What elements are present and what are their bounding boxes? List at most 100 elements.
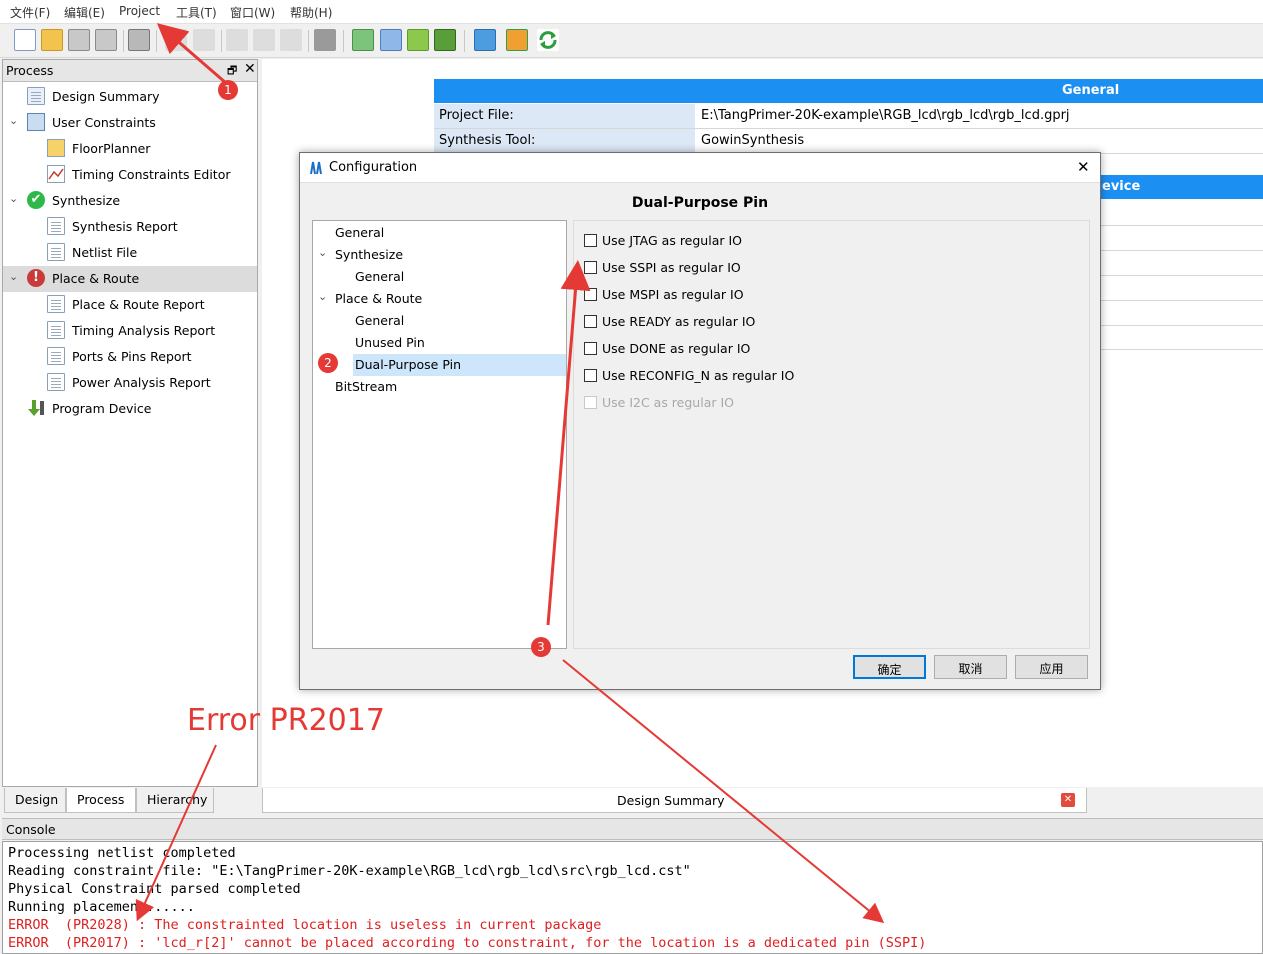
menu-project[interactable]: Project [119, 4, 160, 18]
dialog-title: Configuration [329, 160, 418, 175]
float-panel-icon[interactable]: 🗗 [227, 62, 237, 81]
tree-item-label: Netlist File [72, 245, 138, 260]
config-tree-place-route-general[interactable]: General [355, 310, 404, 332]
config-tree-place-route[interactable]: Place & Route [335, 288, 422, 310]
synthesize-tool-icon[interactable] [352, 29, 374, 51]
menu-edit[interactable]: 编辑(E) [64, 4, 105, 21]
close-icon[interactable]: ✕ [244, 61, 256, 77]
toolbar-separator [221, 30, 222, 52]
config-tree-bitstream[interactable]: BitStream [335, 376, 397, 398]
device-header-label: evice [1102, 179, 1141, 194]
undo-icon[interactable] [165, 29, 187, 51]
config-tree-dual-purpose-pin[interactable]: Dual-Purpose Pin [353, 354, 566, 376]
tree-item-timing-analysis-report[interactable]: Timing Analysis Report [3, 318, 257, 344]
console-error-line: ERROR (PR2017) : 'lcd_r[2]' cannot be pl… [8, 935, 927, 951]
tree-item-label: Design Summary [52, 89, 160, 104]
dialog-close-icon[interactable]: ✕ [1077, 158, 1090, 176]
tree-item-ports-pins-report[interactable]: Ports & Pins Report [3, 344, 257, 370]
paste-icon[interactable] [280, 29, 302, 51]
chevron-down-icon[interactable]: ⌄ [318, 246, 327, 259]
find-icon[interactable] [314, 29, 336, 51]
tab-design-summary[interactable]: Design Summary [617, 793, 725, 808]
tree-item-synthesize[interactable]: ⌄ ✔ Synthesize [3, 188, 257, 214]
refresh-icon[interactable] [537, 29, 559, 51]
error-icon: ! [27, 269, 45, 287]
tree-item-netlist-file[interactable]: Netlist File [3, 240, 257, 266]
ok-button[interactable]: 确定 [853, 655, 926, 679]
tree-item-synthesis-report[interactable]: Synthesis Report [3, 214, 257, 240]
option-label: Use READY as regular IO [602, 314, 756, 329]
layout-icon[interactable] [506, 29, 528, 51]
tree-item-place-route[interactable]: ⌄ ! Place & Route [3, 266, 257, 292]
tree-item-label: Synthesis Report [72, 219, 178, 234]
menu-help[interactable]: 帮助(H) [290, 4, 332, 21]
menu-window[interactable]: 窗口(W) [230, 4, 275, 21]
dialog-heading: Dual-Purpose Pin [631, 195, 769, 211]
checkbox-done[interactable] [584, 342, 597, 355]
synthesis-tool-row: Synthesis Tool: GowinSynthesis [434, 129, 1263, 154]
checkbox-mspi[interactable] [584, 288, 597, 301]
document-icon [47, 373, 65, 391]
chevron-down-icon[interactable]: ⌄ [9, 192, 18, 205]
close-tab-icon[interactable]: ✕ [1061, 793, 1075, 807]
document-icon [47, 321, 65, 339]
config-category-tree: General ⌄ Synthesize General ⌄ Place & R… [312, 220, 567, 649]
console-output[interactable]: Processing netlist completed Reading con… [2, 841, 1263, 954]
config-tree-unused-pin[interactable]: Unused Pin [355, 332, 425, 354]
process-panel: Process 🗗 ✕ Design Summary ⌄ User Constr… [2, 59, 258, 787]
config-tree-general[interactable]: General [335, 222, 384, 244]
chevron-down-icon[interactable]: ⌄ [9, 114, 18, 127]
checkbox-reconfig-n[interactable] [584, 369, 597, 382]
cancel-button[interactable]: 取消 [934, 655, 1007, 679]
save-all-icon[interactable] [95, 29, 117, 51]
floorplanner-icon [47, 139, 65, 157]
tab-design[interactable]: Design [4, 788, 66, 813]
option-label: Use RECONFIG_N as regular IO [602, 368, 795, 383]
chevron-down-icon[interactable]: ⌄ [318, 290, 327, 303]
tree-item-program-device[interactable]: Program Device [3, 396, 257, 422]
program-device-tool-icon[interactable] [434, 29, 456, 51]
process-panel-header: Process 🗗 ✕ [3, 60, 257, 82]
menu-bar: 文件(F) 编辑(E) Project 工具(T) 窗口(W) 帮助(H) [0, 0, 1263, 24]
bottom-tab-bar: Design Process Hierarchy Design Summary … [2, 788, 1263, 814]
tree-item-label: Timing Constraints Editor [72, 167, 231, 182]
checkbox-jtag[interactable] [584, 234, 597, 247]
tree-item-place-route-report[interactable]: Place & Route Report [3, 292, 257, 318]
new-file-icon[interactable] [14, 29, 36, 51]
doc-tab-bar: Design Summary ✕ [262, 788, 1087, 813]
tab-process[interactable]: Process [66, 788, 136, 813]
tab-hierarchy[interactable]: Hierarchy [136, 788, 214, 813]
annotation-badge-1: 1 [218, 80, 238, 100]
print-icon[interactable] [128, 29, 150, 51]
tree-item-label: Power Analysis Report [72, 375, 211, 390]
checkbox-sspi[interactable] [584, 261, 597, 274]
checkbox-ready[interactable] [584, 315, 597, 328]
checkbox-i2c [584, 396, 597, 409]
save-icon[interactable] [68, 29, 90, 51]
copy-icon[interactable] [253, 29, 275, 51]
floorplanner-tool-icon[interactable] [380, 29, 402, 51]
document-icon [47, 295, 65, 313]
tree-item-label: Place & Route [52, 271, 140, 286]
tree-item-timing-constraints-editor[interactable]: Timing Constraints Editor [3, 162, 257, 188]
tree-item-user-constraints[interactable]: ⌄ User Constraints [3, 110, 257, 136]
redo-icon[interactable] [193, 29, 215, 51]
project-file-value: E:\TangPrimer-20K-example\RGB_lcd\rgb_lc… [701, 108, 1070, 123]
apply-button[interactable]: 应用 [1015, 655, 1088, 679]
open-folder-icon[interactable] [41, 29, 63, 51]
project-file-key: Project File: [434, 104, 695, 128]
cut-icon[interactable] [226, 29, 248, 51]
configuration-icon[interactable] [474, 29, 496, 51]
menu-file[interactable]: 文件(F) [10, 4, 50, 21]
config-tree-synthesize-general[interactable]: General [355, 266, 404, 288]
menu-tools[interactable]: 工具(T) [176, 4, 217, 21]
configuration-dialog: Configuration ✕ Dual-Purpose Pin General… [299, 152, 1101, 690]
chevron-down-icon[interactable]: ⌄ [9, 270, 18, 283]
place-route-tool-icon[interactable] [407, 29, 429, 51]
config-tree-synthesize[interactable]: Synthesize [335, 244, 403, 266]
option-label: Use SSPI as regular IO [602, 260, 741, 275]
general-header-label: General [1062, 83, 1120, 98]
tree-item-power-analysis-report[interactable]: Power Analysis Report [3, 370, 257, 396]
annotation-badge-2: 2 [318, 353, 338, 373]
tree-item-floorplanner[interactable]: FloorPlanner [3, 136, 257, 162]
